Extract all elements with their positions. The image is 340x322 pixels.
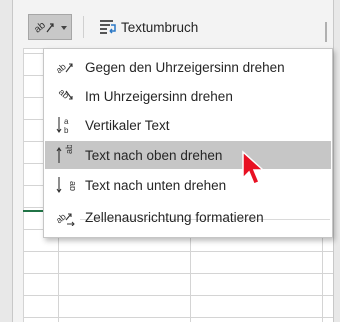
menu-item-label: Text nach unten drehen — [85, 177, 227, 193]
menu-item-label: Text nach oben drehen — [85, 147, 223, 163]
menu-item-rotate-down[interactable]: ab Text nach unten drehen — [45, 171, 331, 199]
menu-item-clockwise[interactable]: ab Im Uhrzeigersinn drehen — [45, 82, 331, 110]
menu-item-format-alignment[interactable]: ab Zellenausrichtung formatieren — [45, 203, 331, 231]
chevron-down-icon — [61, 26, 67, 30]
svg-text:ab: ab — [57, 87, 71, 101]
rotate-text-down-icon: ab — [51, 171, 79, 199]
wrap-text-icon — [100, 20, 116, 34]
svg-text:ab: ab — [33, 20, 48, 36]
mouse-pointer-icon — [242, 150, 265, 185]
vertical-text-icon: a b — [51, 111, 79, 139]
svg-text:ab: ab — [68, 181, 75, 191]
excel-window: ab Textumbruch ab Gegen den Uhrzeigersin… — [12, 0, 334, 322]
svg-text:ab: ab — [55, 211, 68, 225]
format-cell-alignment-icon: ab — [51, 203, 79, 231]
svg-text:ab: ab — [64, 145, 74, 154]
svg-text:a: a — [64, 117, 69, 126]
ribbon-edge — [325, 22, 327, 42]
menu-item-label: Gegen den Uhrzeigersinn drehen — [85, 59, 285, 75]
angle-counterclockwise-icon: ab — [51, 53, 79, 81]
menu-item-vertical-text[interactable]: a b Vertikaler Text — [45, 111, 331, 139]
text-orientation-icon: ab — [33, 20, 54, 36]
angle-clockwise-icon: ab — [51, 82, 79, 110]
orientation-dropdown-menu: ab Gegen den Uhrzeigersinn drehen ab Im … — [43, 48, 333, 238]
svg-text:ab: ab — [55, 61, 68, 75]
wrap-text-label: Textumbruch — [121, 19, 199, 35]
menu-item-rotate-up[interactable]: ab Text nach oben drehen — [45, 141, 331, 169]
menu-item-label: Zellenausrichtung formatieren — [85, 209, 264, 225]
ribbon-divider — [83, 16, 84, 38]
menu-item-label: Im Uhrzeigersinn drehen — [85, 88, 233, 104]
wrap-text-button[interactable]: Textumbruch — [99, 17, 198, 37]
menu-item-label: Vertikaler Text — [85, 117, 170, 133]
menu-item-counterclockwise[interactable]: ab Gegen den Uhrzeigersinn drehen — [45, 53, 331, 81]
orientation-button[interactable]: ab — [28, 14, 72, 40]
ribbon: ab Textumbruch — [13, 0, 333, 49]
svg-text:b: b — [64, 126, 69, 135]
rotate-text-up-icon: ab — [51, 141, 79, 169]
